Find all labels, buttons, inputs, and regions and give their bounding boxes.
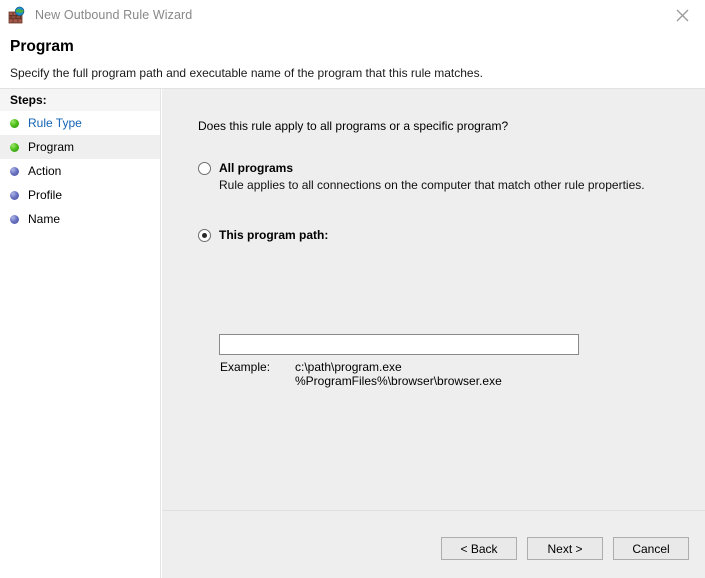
program-path-input[interactable] bbox=[219, 334, 579, 355]
sidebar-item-program[interactable]: Program bbox=[0, 135, 160, 159]
sidebar-item-label: Rule Type bbox=[28, 116, 82, 130]
footer-button-group: < Back Next > Cancel bbox=[441, 537, 689, 560]
page-title: Program bbox=[10, 38, 74, 55]
program-path-field-wrap bbox=[219, 334, 579, 355]
radio-all-programs[interactable] bbox=[198, 162, 211, 175]
main-panel: Does this rule apply to all programs or … bbox=[162, 89, 705, 578]
step-bullet-icon bbox=[10, 166, 19, 176]
close-icon[interactable] bbox=[660, 0, 705, 30]
option-all-programs-label: All programs bbox=[219, 161, 294, 175]
step-bullet-icon bbox=[10, 190, 19, 200]
option-program-path-label: This program path: bbox=[219, 228, 329, 242]
sidebar-item-label: Name bbox=[28, 212, 61, 226]
window-title: New Outbound Rule Wizard bbox=[35, 8, 193, 22]
example-line-2: %ProgramFiles%\browser\browser.exe bbox=[295, 374, 502, 388]
radio-this-program-path[interactable] bbox=[198, 229, 211, 242]
title-bar: New Outbound Rule Wizard bbox=[0, 0, 705, 30]
option-all-programs-description: Rule applies to all connections on the c… bbox=[219, 178, 645, 192]
next-button[interactable]: Next > bbox=[527, 537, 603, 560]
step-bullet-icon bbox=[10, 118, 19, 128]
option-program-path[interactable]: This program path: bbox=[198, 228, 328, 242]
example-label: Example: bbox=[220, 360, 271, 374]
sidebar-item-action[interactable]: Action bbox=[0, 159, 160, 183]
steps-sidebar: Steps: Rule Type Program Action Profile … bbox=[0, 89, 161, 578]
option-all-programs[interactable]: All programs Rule applies to all connect… bbox=[198, 161, 645, 192]
example-line-1: c:\path\program.exe bbox=[295, 360, 402, 374]
sidebar-item-rule-type[interactable]: Rule Type bbox=[0, 111, 160, 135]
example-values: c:\path\program.exe %ProgramFiles%\brows… bbox=[295, 360, 502, 388]
sidebar-item-label: Action bbox=[28, 164, 62, 178]
firewall-globe-icon bbox=[8, 6, 26, 24]
sidebar-item-label: Program bbox=[28, 140, 75, 154]
cancel-button[interactable]: Cancel bbox=[613, 537, 689, 560]
question-text: Does this rule apply to all programs or … bbox=[198, 119, 509, 133]
back-button[interactable]: < Back bbox=[441, 537, 517, 560]
sidebar-item-label: Profile bbox=[28, 188, 63, 202]
sidebar-item-profile[interactable]: Profile bbox=[0, 183, 160, 207]
sidebar-item-name[interactable]: Name bbox=[0, 207, 160, 231]
wizard-footer: < Back Next > Cancel bbox=[162, 510, 705, 578]
content-area: Does this rule apply to all programs or … bbox=[162, 89, 705, 510]
steps-heading: Steps: bbox=[0, 89, 160, 111]
step-bullet-icon bbox=[10, 142, 19, 152]
step-bullet-icon bbox=[10, 214, 19, 224]
page-header: Program Specify the full program path an… bbox=[0, 30, 705, 88]
page-subtitle: Specify the full program path and execut… bbox=[10, 66, 483, 80]
